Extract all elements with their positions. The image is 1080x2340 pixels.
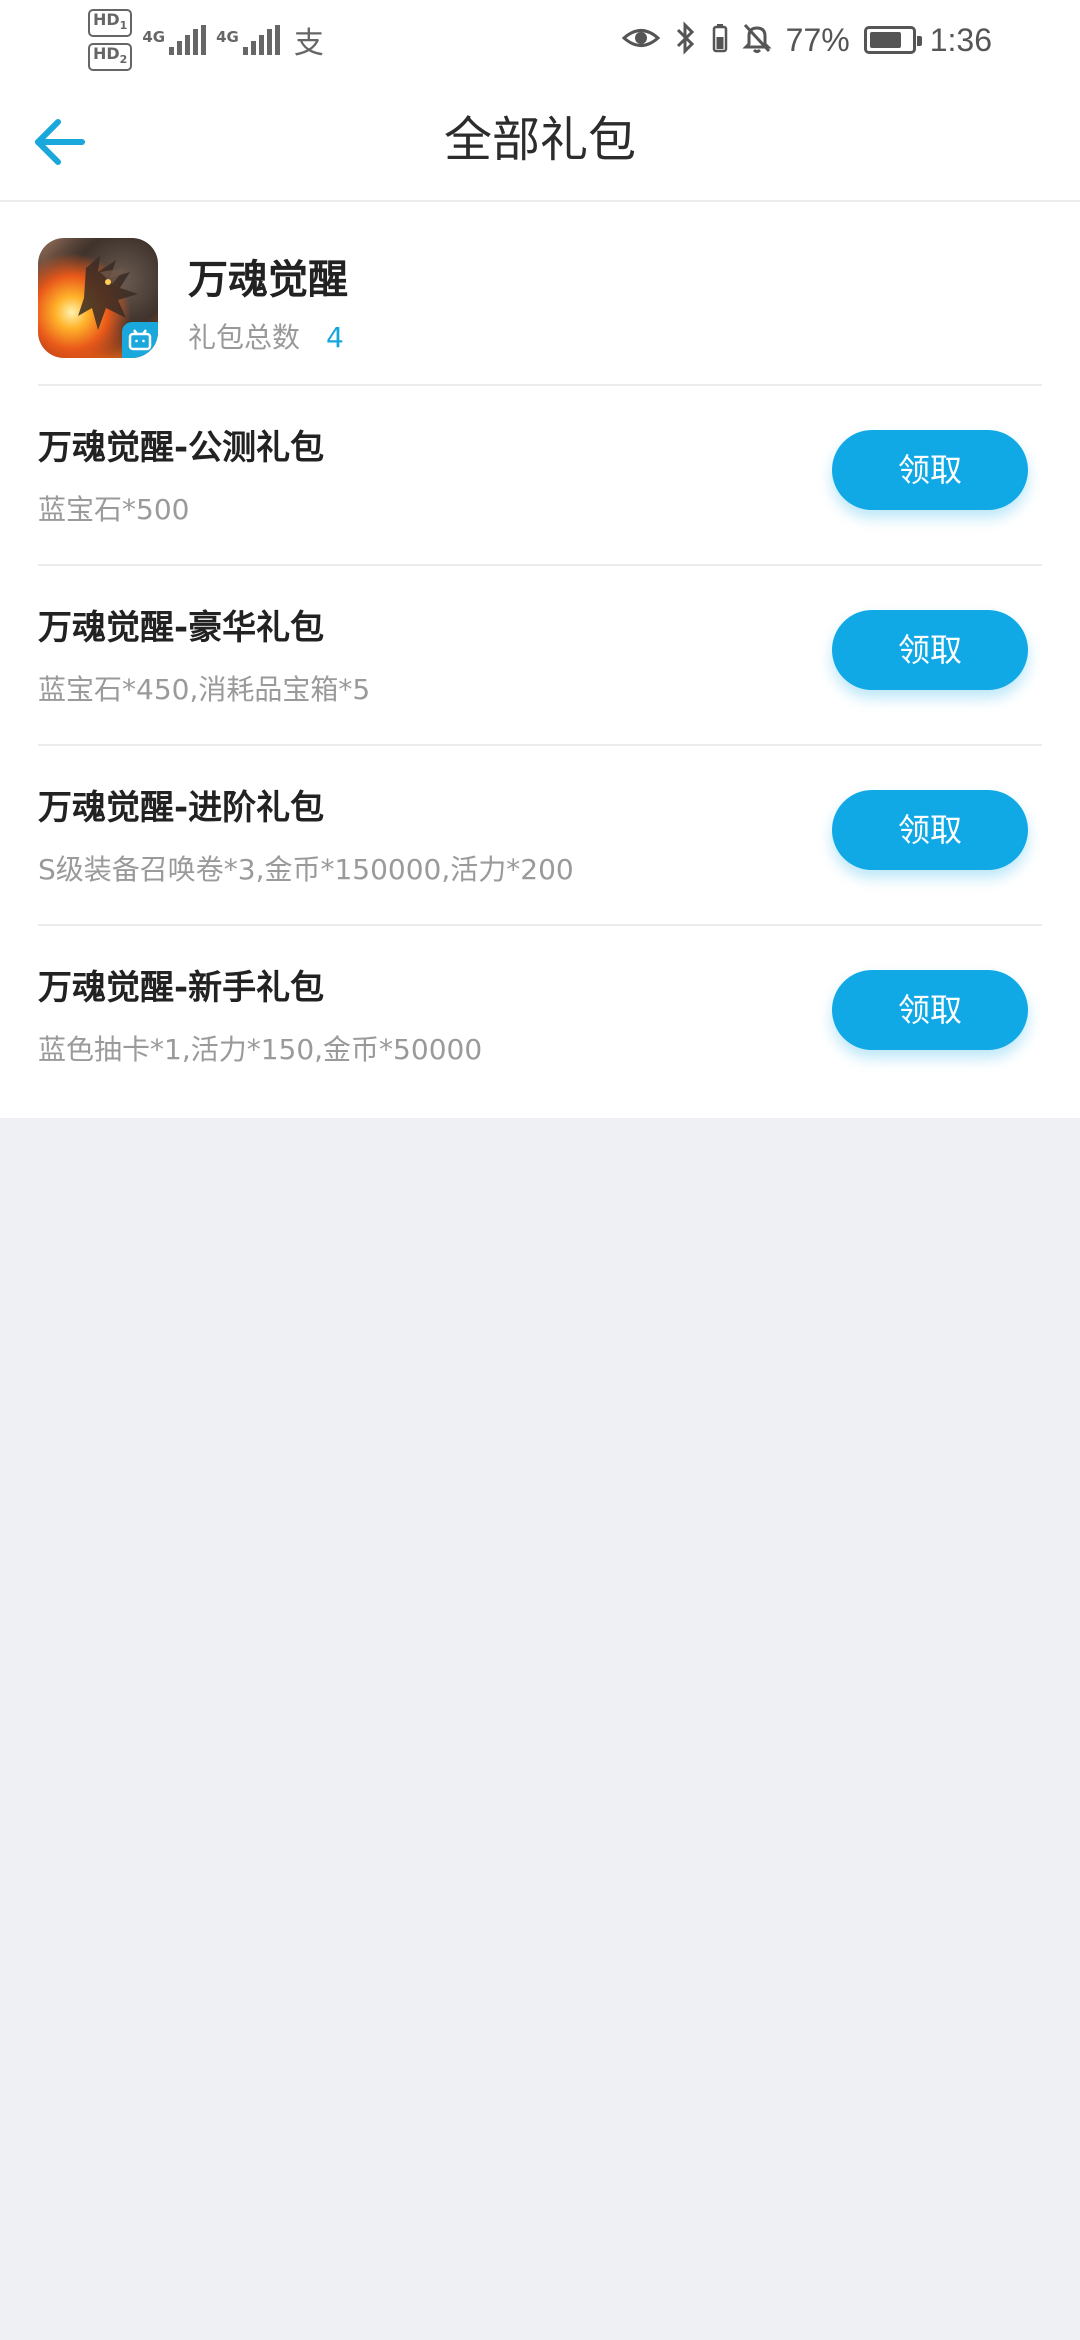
battery-fill xyxy=(869,32,901,48)
gift-desc: 蓝宝石*450,消耗品宝箱*5 xyxy=(38,673,371,706)
claim-button[interactable]: 领取 xyxy=(832,790,1028,870)
battery-small-icon xyxy=(712,23,728,57)
bilibili-badge-icon xyxy=(122,322,158,358)
gift-item: 万魂觉醒-新手礼包 蓝色抽卡*1,活力*150,金币*50000 领取 xyxy=(38,926,1042,1104)
gift-list: 万魂觉醒-公测礼包 蓝宝石*500 领取 万魂觉醒-豪华礼包 蓝宝石*450,消… xyxy=(38,386,1042,1104)
alipay-icon: 支 xyxy=(293,26,324,61)
gift-card: 万魂觉醒 礼包总数 4 万魂觉醒-公测礼包 蓝宝石*500 领取 万魂觉醒-豪华礼… xyxy=(0,202,1080,1118)
game-name: 万魂觉醒 xyxy=(188,257,348,303)
hd-icon-1: HD1 xyxy=(88,8,133,37)
clock: 1:36 xyxy=(929,21,992,58)
gift-total-label: 礼包总数 xyxy=(188,321,301,354)
hd-indicators: HD1 HD2 xyxy=(88,8,133,72)
status-right: 77% 1:36 xyxy=(621,10,992,70)
bell-off-icon xyxy=(742,22,772,58)
gift-item: 万魂觉醒-豪华礼包 蓝宝石*450,消耗品宝箱*5 领取 xyxy=(38,566,1042,746)
claim-button[interactable]: 领取 xyxy=(832,970,1028,1050)
claim-button[interactable]: 领取 xyxy=(832,430,1028,510)
signal-2-icon: 4G xyxy=(216,25,280,55)
gift-total-count: 4 xyxy=(326,321,344,354)
game-icon xyxy=(38,238,158,358)
gift-title: 万魂觉醒-豪华礼包 xyxy=(38,608,325,648)
signal-1-icon: 4G xyxy=(142,25,207,55)
battery-icon xyxy=(863,26,922,54)
gift-desc: 蓝宝石*500 xyxy=(38,493,190,526)
page-title: 全部礼包 xyxy=(443,112,636,168)
gift-title: 万魂觉醒-新手礼包 xyxy=(38,968,325,1008)
battery-percent: 77% xyxy=(785,21,850,58)
gift-item: 万魂觉醒-进阶礼包 S级装备召唤卷*3,金币*150000,活力*200 领取 xyxy=(38,746,1042,926)
hd-icon-2: HD2 xyxy=(88,43,133,72)
gift-desc: S级装备召唤卷*3,金币*150000,活力*200 xyxy=(38,853,574,886)
status-bar: HD1 HD2 4G 4G 支 77% 1:36 xyxy=(0,0,1080,80)
gift-title: 万魂觉醒-进阶礼包 xyxy=(38,788,325,828)
gift-item: 万魂觉醒-公测礼包 蓝宝石*500 领取 xyxy=(38,386,1042,566)
status-left: HD1 HD2 4G 4G 支 xyxy=(88,8,324,72)
claim-button[interactable]: 领取 xyxy=(832,610,1028,690)
gift-title: 万魂觉醒-公测礼包 xyxy=(38,428,325,468)
eye-icon xyxy=(621,23,660,57)
app-header: 全部礼包 xyxy=(0,80,1080,202)
gift-total: 礼包总数 4 xyxy=(188,318,344,358)
gift-desc: 蓝色抽卡*1,活力*150,金币*50000 xyxy=(38,1033,483,1066)
game-header: 万魂觉醒 礼包总数 4 xyxy=(38,202,1042,386)
bluetooth-icon xyxy=(674,21,698,59)
